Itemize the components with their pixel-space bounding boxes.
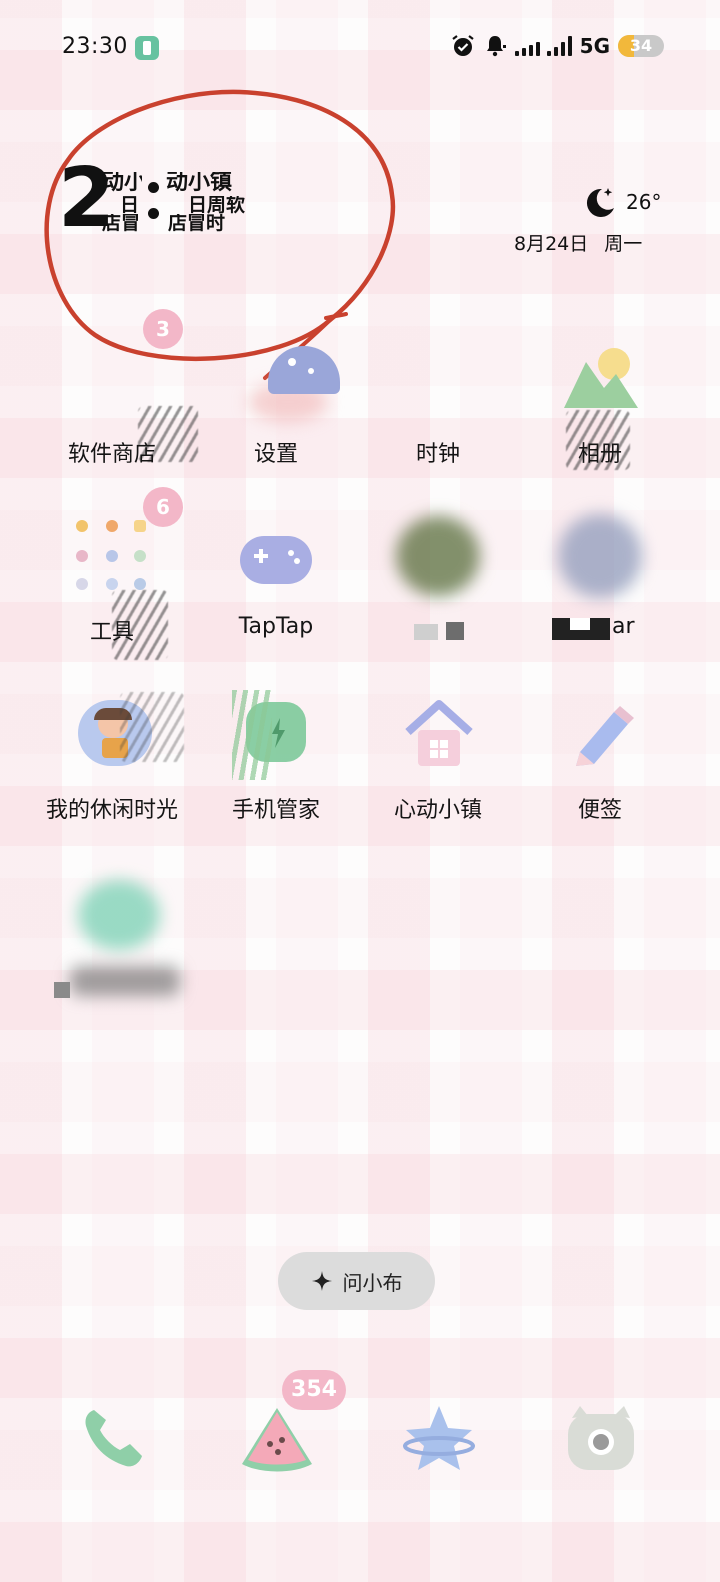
redacted-label — [570, 618, 590, 630]
app-label[interactable]: 时钟 — [348, 436, 528, 468]
network-type: 5G — [579, 34, 610, 58]
widget-date: 8月24日 周一 — [514, 233, 643, 255]
redacted-label — [70, 966, 180, 996]
alarm-icon — [451, 35, 474, 56]
clock-garbled-text: 动小 — [102, 172, 142, 194]
clock-garbled-text: 动小镇 — [166, 172, 233, 194]
app-label[interactable]: 软件商店 — [22, 436, 202, 468]
clock-garbled-text: 店冒时 — [168, 214, 226, 233]
clock-garbled-text: 店冒 — [102, 214, 141, 233]
app-label[interactable]: 便签 — [510, 792, 690, 824]
settings-icon[interactable] — [228, 342, 340, 438]
app-label[interactable]: TapTap — [186, 614, 366, 639]
blurred-app-icon[interactable] — [396, 516, 480, 596]
watermelon-icon[interactable] — [240, 1404, 314, 1472]
app-label[interactable]: ar — [612, 614, 635, 639]
signal-icon — [514, 36, 572, 56]
app-label[interactable]: 工具 — [22, 614, 202, 646]
folder-badge: 3 — [143, 309, 183, 349]
taptap-icon[interactable] — [236, 528, 316, 592]
weather-temperature[interactable]: 26° — [626, 190, 661, 214]
assistant-label: 问小布 — [342, 1270, 403, 1295]
gallery-icon[interactable] — [562, 344, 642, 414]
app-label[interactable]: 相册 — [510, 436, 690, 468]
redacted-label — [54, 982, 70, 998]
phone-manager-icon[interactable] — [232, 690, 308, 780]
assistant-button[interactable]: 问小布 — [278, 1252, 435, 1310]
moon-icon — [586, 188, 614, 217]
status-notification-icon — [135, 36, 159, 60]
battery-level: 34 — [629, 36, 653, 55]
redacted-label — [446, 622, 464, 640]
status-indicators: 5G 34 — [451, 34, 664, 58]
blurred-app-icon[interactable] — [558, 514, 642, 598]
star-icon[interactable] — [402, 1404, 476, 1474]
tools-folder-icon[interactable] — [70, 514, 156, 600]
status-time: 23:30 — [62, 34, 128, 59]
clock-garbled-text: 日 — [120, 196, 140, 215]
app-label[interactable]: 手机管家 — [186, 792, 366, 824]
clock-separator — [146, 178, 160, 226]
sparkle-icon — [311, 1271, 332, 1291]
phone-icon[interactable] — [80, 1404, 146, 1470]
battery-icon: 34 — [618, 35, 664, 57]
blurred-app-icon[interactable] — [78, 880, 160, 950]
redacted-scribble — [120, 692, 184, 762]
app-label[interactable]: 我的休闲时光 — [22, 792, 202, 824]
redacted-label — [414, 624, 438, 640]
camera-icon[interactable] — [566, 1404, 636, 1472]
bell-icon — [486, 36, 506, 57]
app-label[interactable]: 心动小镇 — [348, 792, 528, 824]
heart-town-icon[interactable] — [404, 700, 474, 770]
notes-icon[interactable] — [566, 704, 636, 768]
app-label[interactable]: 设置 — [186, 436, 366, 468]
clock-garbled-text: 日周软 — [188, 196, 246, 215]
